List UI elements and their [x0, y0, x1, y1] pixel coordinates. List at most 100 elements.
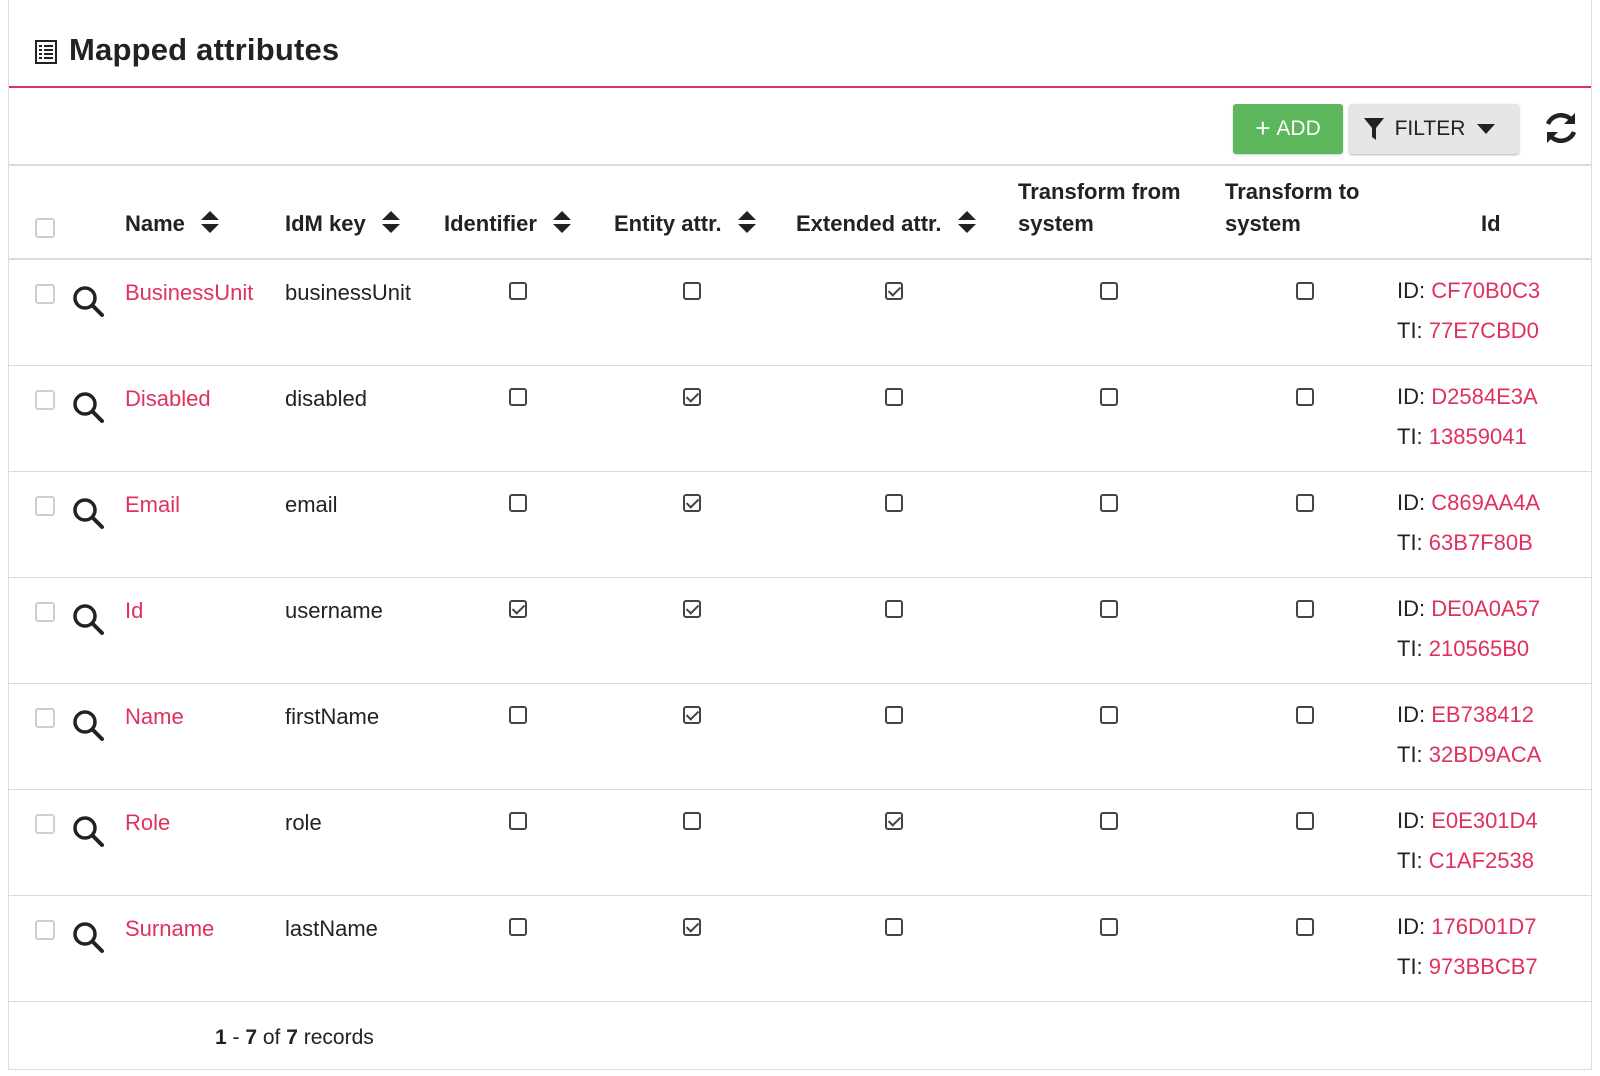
- caret-down-icon: [1477, 124, 1496, 134]
- id-value[interactable]: DE0A0A57: [1431, 596, 1540, 621]
- add-button[interactable]: + ADD: [1233, 104, 1343, 154]
- entity-attr-checkbox: [683, 918, 701, 936]
- id-value[interactable]: D2584E3A: [1431, 384, 1537, 409]
- plus-icon: +: [1255, 112, 1271, 143]
- row-select-checkbox[interactable]: [35, 920, 55, 940]
- id-value[interactable]: E0E301D4: [1431, 808, 1537, 833]
- table-header: Name IdM key Identifier Entity attr. Ext…: [9, 166, 1591, 260]
- transform-to-system-checkbox: [1296, 388, 1314, 406]
- transform-to-system-checkbox: [1296, 282, 1314, 300]
- table-row: Surname lastName ID: 176D01D7 TI: 973BBC…: [9, 896, 1591, 1002]
- identifier-checkbox: [509, 918, 527, 936]
- identifier-checkbox: [509, 388, 527, 406]
- column-header-entity-attr[interactable]: Entity attr.: [614, 208, 756, 240]
- table-row: BusinessUnit businessUnit ID: CF70B0C3 T…: [9, 260, 1591, 366]
- attribute-name-link[interactable]: Disabled: [125, 386, 211, 412]
- search-icon[interactable]: [71, 496, 105, 530]
- add-button-label: ADD: [1276, 117, 1321, 140]
- id-value[interactable]: EB738412: [1431, 702, 1534, 727]
- extended-attr-checkbox: [885, 812, 903, 830]
- ti-value[interactable]: 32BD9ACA: [1429, 742, 1542, 767]
- table-row: Email email ID: C869AA4A TI: 63B7F80B: [9, 472, 1591, 578]
- ti-value[interactable]: C1AF2538: [1429, 848, 1534, 873]
- ti-line: TI: 973BBCB7: [1397, 954, 1538, 979]
- transform-from-system-checkbox: [1100, 918, 1118, 936]
- transform-from-system-checkbox: [1100, 706, 1118, 724]
- extended-attr-checkbox: [885, 706, 903, 724]
- attribute-name-link[interactable]: BusinessUnit: [125, 280, 253, 306]
- column-header-name[interactable]: Name: [125, 208, 220, 240]
- transform-to-system-checkbox: [1296, 600, 1314, 618]
- refresh-icon[interactable]: [1541, 108, 1581, 148]
- id-line: ID: EB738412: [1397, 702, 1535, 727]
- search-icon[interactable]: [71, 284, 105, 318]
- row-select-checkbox[interactable]: [35, 814, 55, 834]
- attribute-name-link[interactable]: Id: [125, 598, 143, 624]
- id-line: ID: 176D01D7: [1397, 914, 1537, 939]
- search-icon[interactable]: [71, 814, 105, 848]
- attribute-name-link[interactable]: Name: [125, 704, 184, 730]
- attribute-name-link[interactable]: Role: [125, 810, 170, 836]
- ti-value[interactable]: 13859041: [1429, 424, 1527, 449]
- id-value[interactable]: CF70B0C3: [1431, 278, 1540, 303]
- select-all-checkbox[interactable]: [35, 218, 55, 238]
- transform-to-system-checkbox: [1296, 706, 1314, 724]
- filter-button[interactable]: FILTER: [1349, 104, 1519, 154]
- identifier-checkbox: [509, 282, 527, 300]
- column-header-id: Id: [1481, 211, 1501, 236]
- pagination-info: 1 - 7 of 7 records: [215, 1026, 374, 1049]
- filter-icon: [1363, 118, 1384, 140]
- entity-attr-checkbox: [683, 282, 701, 300]
- column-header-transform-to-system: Transform to system: [1225, 179, 1360, 236]
- panel-header: Mapped attributes: [9, 0, 1591, 88]
- id-value[interactable]: 176D01D7: [1431, 914, 1536, 939]
- row-select-checkbox[interactable]: [35, 284, 55, 304]
- ti-value[interactable]: 973BBCB7: [1429, 954, 1538, 979]
- table-row: Name firstName ID: EB738412 TI: 32BD9ACA: [9, 684, 1591, 790]
- extended-attr-checkbox: [885, 600, 903, 618]
- table-row: Disabled disabled ID: D2584E3A TI: 13859…: [9, 366, 1591, 472]
- ti-value[interactable]: 210565B0: [1429, 636, 1529, 661]
- id-line: ID: D2584E3A: [1397, 384, 1538, 409]
- ti-line: TI: 63B7F80B: [1397, 530, 1533, 555]
- table-row: Id username ID: DE0A0A57 TI: 210565B0: [9, 578, 1591, 684]
- idm-key-value: businessUnit: [285, 280, 411, 305]
- transform-from-system-checkbox: [1100, 388, 1118, 406]
- list-icon: [35, 40, 57, 64]
- search-icon[interactable]: [71, 708, 105, 742]
- ti-value[interactable]: 63B7F80B: [1429, 530, 1533, 555]
- column-header-extended-attr[interactable]: Extended attr.: [796, 208, 976, 240]
- search-icon[interactable]: [71, 390, 105, 424]
- search-icon[interactable]: [71, 602, 105, 636]
- column-header-idm-key[interactable]: IdM key: [285, 208, 400, 240]
- page-title: Mapped attributes: [69, 32, 340, 67]
- identifier-checkbox: [509, 600, 527, 618]
- attribute-name-link[interactable]: Surname: [125, 916, 214, 942]
- id-value[interactable]: C869AA4A: [1431, 490, 1540, 515]
- idm-key-value: username: [285, 598, 383, 623]
- entity-attr-checkbox: [683, 600, 701, 618]
- ti-line: TI: 77E7CBD0: [1397, 318, 1539, 343]
- ti-line: TI: 32BD9ACA: [1397, 742, 1542, 767]
- row-select-checkbox[interactable]: [35, 390, 55, 410]
- column-header-transform-from-system: Transform from system: [1018, 179, 1181, 236]
- extended-attr-checkbox: [885, 282, 903, 300]
- entity-attr-checkbox: [683, 812, 701, 830]
- entity-attr-checkbox: [683, 494, 701, 512]
- transform-from-system-checkbox: [1100, 812, 1118, 830]
- identifier-checkbox: [509, 706, 527, 724]
- transform-from-system-checkbox: [1100, 494, 1118, 512]
- ti-line: TI: 13859041: [1397, 424, 1527, 449]
- row-select-checkbox[interactable]: [35, 496, 55, 516]
- id-line: ID: C869AA4A: [1397, 490, 1541, 515]
- idm-key-value: email: [285, 492, 338, 517]
- attribute-name-link[interactable]: Email: [125, 492, 180, 518]
- row-select-checkbox[interactable]: [35, 602, 55, 622]
- column-header-identifier[interactable]: Identifier: [444, 208, 572, 240]
- search-icon[interactable]: [71, 920, 105, 954]
- ti-value[interactable]: 77E7CBD0: [1429, 318, 1539, 343]
- extended-attr-checkbox: [885, 494, 903, 512]
- extended-attr-checkbox: [885, 918, 903, 936]
- row-select-checkbox[interactable]: [35, 708, 55, 728]
- entity-attr-checkbox: [683, 706, 701, 724]
